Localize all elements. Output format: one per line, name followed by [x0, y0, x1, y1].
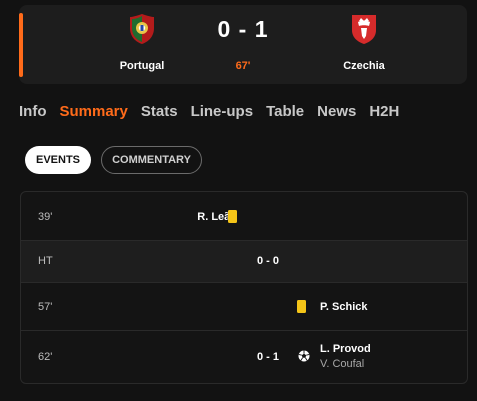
tab-summary[interactable]: Summary — [60, 103, 128, 123]
match-minute: 67' — [235, 60, 251, 72]
tab-table[interactable]: Table — [266, 103, 304, 123]
goal-score: 0 - 1 — [257, 351, 280, 363]
event-row-goal[interactable]: 62' 0 - 1 L. Provod V. Coufal — [21, 331, 467, 383]
events-filter-button[interactable]: EVENTS — [25, 146, 91, 174]
event-row-half-time: HT 0 - 0 — [21, 241, 467, 283]
yellow-card-icon — [297, 300, 306, 313]
home-team-name: Portugal — [119, 60, 165, 72]
home-team[interactable]: Portugal — [82, 5, 202, 72]
match-scoreboard: Portugal 0 - 1 67' Czechia — [19, 5, 467, 84]
czechia-crest-icon — [352, 15, 376, 44]
match-score: 0 - 1 — [217, 16, 269, 42]
yellow-card-icon — [228, 210, 237, 223]
half-time-score: 0 - 0 — [257, 255, 280, 267]
tab-line-ups[interactable]: Line-ups — [191, 103, 254, 123]
goal-scorer: L. Provod — [320, 343, 371, 355]
live-indicator-bar — [19, 13, 23, 77]
event-row-yellow-card[interactable]: 39' R. Leão — [21, 192, 467, 241]
away-team-name: Czechia — [343, 60, 385, 72]
summary-filter: EVENTS COMMENTARY — [25, 146, 202, 174]
match-tabs: Info Summary Stats Line-ups Table News H… — [19, 103, 412, 123]
tab-h2h[interactable]: H2H — [369, 103, 399, 123]
events-list: 39' R. Leão HT 0 - 0 57' P. Schick 62' 0… — [20, 191, 468, 384]
goal-assist: V. Coufal — [320, 358, 365, 370]
event-time: 39' — [38, 211, 53, 223]
event-player: P. Schick — [320, 301, 368, 313]
event-time: HT — [38, 255, 53, 267]
away-team[interactable]: Czechia — [304, 5, 424, 72]
portugal-crest-icon — [130, 14, 154, 44]
tab-stats[interactable]: Stats — [141, 103, 178, 123]
commentary-filter-button[interactable]: COMMENTARY — [101, 146, 202, 174]
event-time: 62' — [38, 351, 53, 363]
tab-news[interactable]: News — [317, 103, 356, 123]
football-icon — [298, 350, 310, 362]
tab-info[interactable]: Info — [19, 103, 47, 123]
event-row-yellow-card[interactable]: 57' P. Schick — [21, 283, 467, 331]
event-time: 57' — [38, 301, 53, 313]
